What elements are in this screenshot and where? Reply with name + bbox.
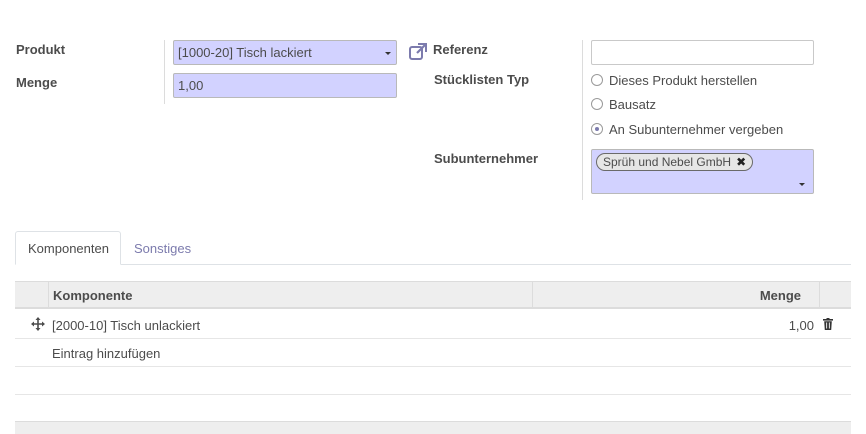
- bom-type-option-produce[interactable]: Dieses Produkt herstellen: [591, 71, 757, 89]
- bom-type-option-label: An Subunternehmer vergeben: [609, 121, 784, 137]
- reference-input[interactable]: [591, 40, 814, 65]
- drag-handle-icon[interactable]: [31, 317, 45, 331]
- column-header-component[interactable]: Komponente: [53, 288, 132, 303]
- bom-type-option-label: Dieses Produkt herstellen: [609, 72, 758, 88]
- radio-button[interactable]: [591, 74, 603, 86]
- product-select-value: [1000-20] Tisch lackiert: [178, 45, 312, 60]
- component-cell[interactable]: [2000-10] Tisch unlackiert: [52, 318, 200, 333]
- bom-type-label: Stücklisten Typ: [434, 72, 530, 87]
- left-label-separator: [164, 40, 165, 104]
- header-divider: [48, 282, 49, 308]
- quantity-label: Menge: [16, 75, 58, 90]
- tab-components[interactable]: Komponenten: [15, 231, 121, 265]
- quantity-input[interactable]: 1,00: [173, 73, 397, 98]
- add-line-link[interactable]: Eintrag hinzufügen: [52, 346, 160, 361]
- column-header-quantity[interactable]: Menge: [760, 288, 801, 303]
- quantity-cell[interactable]: 1,00: [789, 318, 814, 333]
- tab-misc[interactable]: Sonstiges: [122, 231, 203, 265]
- table-row[interactable]: [2000-10] Tisch unlackiert 1,00: [15, 311, 851, 339]
- chevron-down-icon[interactable]: [799, 183, 805, 186]
- reference-label: Referenz: [433, 42, 488, 57]
- product-label: Produkt: [16, 42, 66, 57]
- radio-button-selected[interactable]: [591, 123, 603, 135]
- bom-type-option-subcontract[interactable]: An Subunternehmer vergeben: [591, 120, 783, 138]
- header-divider: [819, 282, 820, 308]
- empty-row: [15, 395, 851, 423]
- tab-misc-label: Sonstiges: [134, 240, 192, 256]
- table-header: Komponente Menge: [15, 281, 851, 309]
- close-icon[interactable]: ✖: [736, 155, 746, 169]
- add-line-row: Eintrag hinzufügen: [15, 339, 851, 367]
- radio-button[interactable]: [591, 98, 603, 110]
- tab-components-label: Komponenten: [28, 240, 109, 256]
- right-label-separator: [582, 40, 583, 200]
- subcontractor-tag-label: Sprüh und Nebel GmbH: [603, 155, 732, 169]
- trash-icon[interactable]: [823, 318, 833, 330]
- chevron-down-icon[interactable]: [385, 52, 391, 55]
- bom-type-option-label: Bausatz: [609, 96, 656, 112]
- header-divider: [532, 282, 533, 308]
- quantity-input-value: 1,00: [178, 78, 204, 93]
- product-select[interactable]: [1000-20] Tisch lackiert: [173, 40, 397, 65]
- subcontractor-label: Subunternehmer: [434, 151, 539, 166]
- subcontractor-tag: Sprüh und Nebel GmbH ✖: [596, 153, 754, 171]
- external-link-icon[interactable]: [408, 42, 428, 62]
- table-footer: [15, 421, 851, 434]
- bom-type-option-kit[interactable]: Bausatz: [591, 95, 656, 113]
- empty-row: [15, 367, 851, 395]
